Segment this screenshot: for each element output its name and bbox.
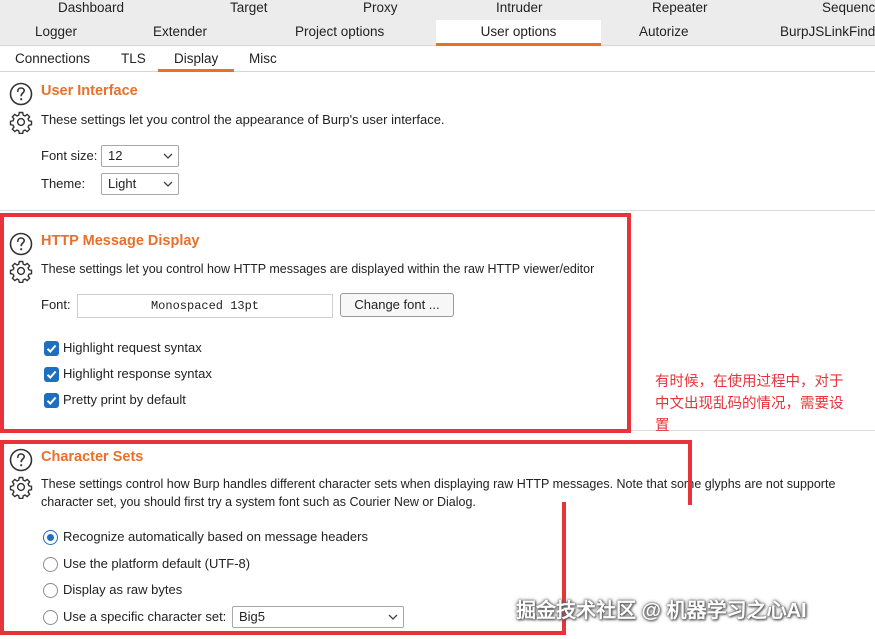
font-size-value: 12 (108, 148, 123, 163)
main-tab-bar-row1: Dashboard Target Proxy Intruder Repeater… (0, 0, 875, 20)
subtab-display[interactable]: Display (174, 51, 218, 66)
subtab-tls[interactable]: TLS (121, 51, 146, 66)
subtab-connections[interactable]: Connections (15, 51, 90, 66)
tab-autorize[interactable]: Autorize (639, 24, 689, 39)
section-divider (0, 210, 875, 211)
tab-user-options-label: User options (480, 24, 557, 39)
tab-dashboard[interactable]: Dashboard (58, 0, 124, 15)
annotation-box-charset-bottom (0, 502, 566, 635)
tab-burpjslinkfinder[interactable]: BurpJSLinkFinde (780, 24, 875, 39)
user-interface-description: These settings let you control the appea… (41, 112, 445, 127)
annotation-note: 有时候，在使用过程中，对于 中文出现乱码的情况，需要设 置 (655, 371, 870, 437)
tab-intruder[interactable]: Intruder (496, 0, 543, 15)
tab-proxy[interactable]: Proxy (363, 0, 398, 15)
annotation-box-http-display (0, 213, 631, 433)
sub-tab-bar: Connections TLS Display Misc (0, 46, 875, 72)
watermark: 掘金技术社区 @ 机器学习之心AI (516, 600, 807, 622)
annotation-line2: 中文出现乱码的情况，需要设 (655, 396, 844, 412)
subtab-active-indicator (158, 69, 234, 72)
annotation-line3: 置 (655, 418, 670, 434)
tab-repeater[interactable]: Repeater (652, 0, 708, 15)
tab-logger[interactable]: Logger (35, 24, 77, 39)
tab-project-options[interactable]: Project options (295, 24, 384, 39)
main-tab-bar-row2: Logger Extender Project options User opt… (0, 20, 875, 46)
theme-value: Light (108, 176, 137, 191)
annotation-line1: 有时候，在使用过程中，对于 (655, 374, 844, 390)
subtab-misc[interactable]: Misc (249, 51, 277, 66)
annotation-box-charset-top (0, 440, 692, 505)
font-size-label: Font size: (41, 148, 98, 163)
user-interface-title: User Interface (41, 83, 138, 99)
help-icon[interactable] (9, 82, 33, 106)
theme-select[interactable]: Light (101, 173, 179, 195)
gear-icon[interactable] (9, 110, 33, 134)
chevron-down-icon (163, 181, 173, 187)
tab-target[interactable]: Target (230, 0, 268, 15)
chevron-down-icon (163, 153, 173, 159)
tab-user-options[interactable]: User options (436, 20, 601, 46)
theme-label: Theme: (41, 176, 86, 191)
font-size-select[interactable]: 12 (101, 145, 179, 167)
tab-extender[interactable]: Extender (153, 24, 207, 39)
tab-sequencer[interactable]: Sequence (822, 0, 875, 15)
